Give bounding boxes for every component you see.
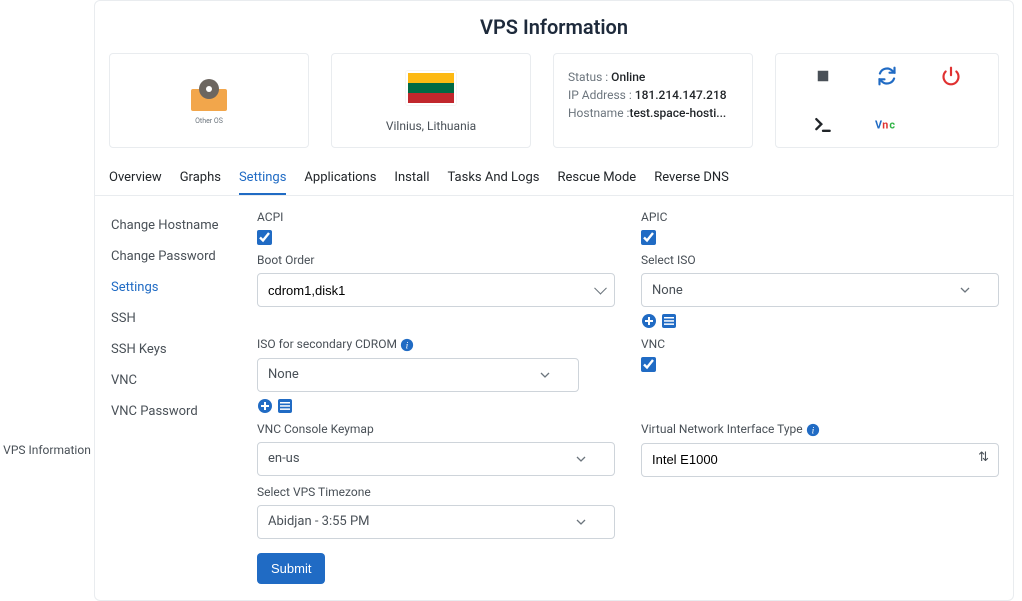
settings-form: ACPI APIC Boot Order cdrom1,disk1: [257, 210, 999, 584]
svg-text:i: i: [811, 425, 814, 436]
tabs: Overview Graphs Settings Applications In…: [95, 164, 1013, 196]
apic-checkbox[interactable]: [641, 230, 656, 245]
boot-order-select[interactable]: cdrom1,disk1: [257, 273, 615, 307]
add-iso-secondary-button[interactable]: [257, 398, 273, 414]
restart-button[interactable]: [866, 58, 908, 94]
tab-tasks[interactable]: Tasks And Logs: [448, 164, 540, 195]
tab-overview[interactable]: Overview: [109, 164, 162, 195]
tab-install[interactable]: Install: [394, 164, 429, 195]
timezone-dropdown[interactable]: Abidjan - 3:55 PM: [257, 505, 615, 539]
flag-icon: [406, 71, 456, 105]
actions-card: Vnc: [775, 53, 999, 148]
chevron-down-icon: [576, 517, 586, 527]
svg-text:c: c: [889, 119, 895, 132]
apic-label: APIC: [641, 210, 999, 224]
hostname-label: Hostname :: [568, 106, 629, 120]
terminal-button[interactable]: [802, 108, 844, 144]
os-card: Other OS: [109, 53, 309, 148]
svg-text:i: i: [406, 340, 409, 351]
iso-secondary-label: ISO for secondary CDROM i: [257, 337, 615, 352]
iso-secondary-dropdown[interactable]: None: [257, 358, 579, 392]
sidebar-item-hostname[interactable]: Change Hostname: [109, 210, 249, 241]
hostname-value: test.space-hosti...: [629, 106, 726, 120]
list-iso-button[interactable]: [661, 313, 677, 329]
select-iso-value: None: [652, 283, 683, 298]
sidebar-item-settings[interactable]: Settings: [109, 272, 249, 303]
info-icon[interactable]: i: [400, 338, 414, 352]
stop-button[interactable]: [802, 58, 844, 94]
vnc-button[interactable]: Vnc: [866, 108, 908, 144]
sidebar-item-password[interactable]: Change Password: [109, 241, 249, 272]
iso-secondary-value: None: [268, 367, 299, 382]
vnc-keymap-label: VNC Console Keymap: [257, 422, 615, 436]
tab-rescue[interactable]: Rescue Mode: [557, 164, 636, 195]
status-card: Status : Online IP Address : 181.214.147…: [553, 53, 753, 148]
os-icon: [189, 79, 229, 115]
settings-sidebar: Change Hostname Change Password Settings…: [109, 210, 249, 584]
select-iso-label: Select ISO: [641, 253, 999, 267]
acpi-label: ACPI: [257, 210, 615, 224]
vnc-keymap-dropdown[interactable]: en-us: [257, 442, 615, 476]
status-value: Online: [611, 70, 645, 84]
location-card: Vilnius, Lithuania: [331, 53, 531, 148]
vnit-label: Virtual Network Interface Type i: [641, 422, 999, 437]
os-label: Other OS: [195, 117, 223, 125]
add-iso-button[interactable]: [641, 313, 657, 329]
info-icon[interactable]: i: [806, 423, 820, 437]
tab-settings[interactable]: Settings: [239, 164, 286, 195]
sidebar-item-vnc[interactable]: VNC: [109, 365, 249, 396]
location-text: Vilnius, Lithuania: [386, 119, 476, 133]
page-title: VPS Information: [95, 15, 1013, 39]
acpi-checkbox[interactable]: [257, 230, 272, 245]
select-iso-dropdown[interactable]: None: [641, 273, 999, 307]
chevron-down-icon: [540, 370, 550, 380]
tab-graphs[interactable]: Graphs: [180, 164, 221, 195]
vnc-keymap-value: en-us: [268, 451, 300, 466]
sidebar-item-vncpw[interactable]: VNC Password: [109, 396, 249, 427]
timezone-label: Select VPS Timezone: [257, 485, 615, 499]
action-placeholder: [930, 108, 972, 144]
sidebar-item-ssh[interactable]: SSH: [109, 303, 249, 334]
vnc-label: VNC: [641, 337, 999, 351]
boot-order-label: Boot Order: [257, 253, 615, 267]
chevron-down-icon: [960, 285, 970, 295]
vnit-select[interactable]: Intel E1000: [641, 443, 999, 477]
chevron-down-icon: [576, 454, 586, 464]
ip-label: IP Address :: [568, 88, 635, 102]
tab-reverse-dns[interactable]: Reverse DNS: [654, 164, 729, 195]
timezone-value: Abidjan - 3:55 PM: [268, 514, 370, 529]
sidebar-item-sshkeys[interactable]: SSH Keys: [109, 334, 249, 365]
list-iso-secondary-button[interactable]: [277, 398, 293, 414]
tab-applications[interactable]: Applications: [304, 164, 376, 195]
submit-button[interactable]: Submit: [257, 553, 325, 584]
status-label: Status :: [568, 70, 611, 84]
main-panel: VPS Information Other OS Vilnius, Lithua…: [94, 0, 1014, 601]
ip-value: 181.214.147.218: [635, 88, 727, 102]
breadcrumb: VPS Information: [0, 0, 94, 601]
power-button[interactable]: [930, 58, 972, 94]
vnc-checkbox[interactable]: [641, 357, 656, 372]
svg-text:n: n: [882, 119, 888, 132]
